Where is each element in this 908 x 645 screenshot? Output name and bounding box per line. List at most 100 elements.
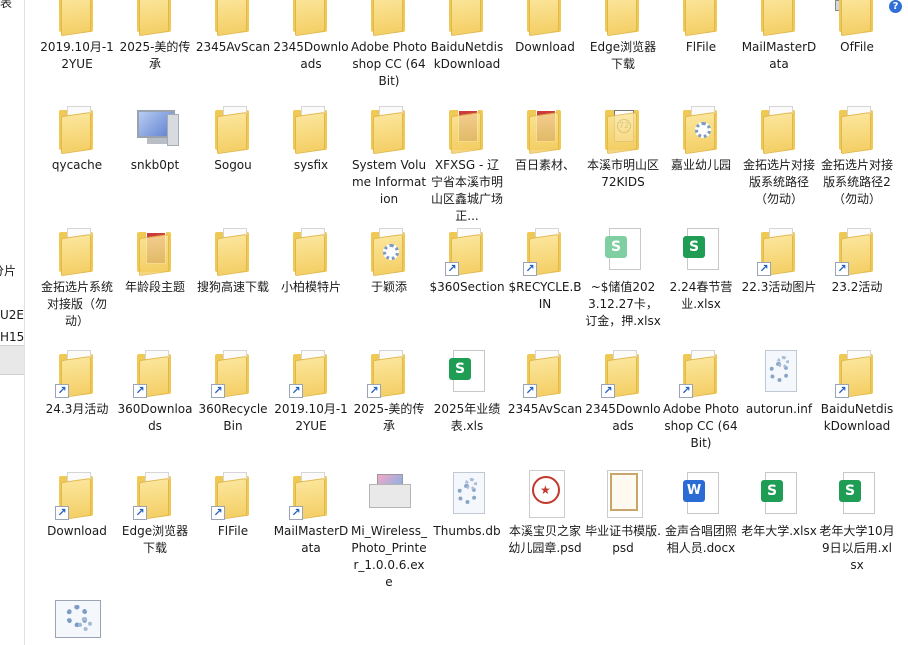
file-item[interactable]: ↗ 2345AvScan [507, 348, 583, 418]
file-item-label: 小柏模特片 [280, 280, 341, 294]
folder-icon [287, 104, 335, 155]
file-item[interactable]: FlFile [663, 0, 739, 56]
nav-fragment[interactable]: U2E [0, 308, 24, 322]
file-item[interactable]: Adobe Photoshop CC (64 Bit) [351, 0, 427, 90]
file-item[interactable]: ↗ $RECYCLE.BIN [507, 226, 583, 313]
shortcut-arrow-icon: ↗ [523, 262, 537, 276]
file-item[interactable]: 小柏模特片 [273, 226, 349, 296]
file-item[interactable]: 2019.10月-12YUE [39, 0, 115, 73]
logo-folder-icon [599, 104, 647, 155]
settings-file-icon[interactable] [55, 600, 101, 638]
file-item[interactable]: autorun.inf [741, 348, 817, 418]
file-item[interactable]: OfFile [819, 0, 895, 56]
file-item-label: FlFile [217, 524, 249, 538]
file-item[interactable]: ↗ $360Section [429, 226, 505, 296]
file-item[interactable]: ↗ Download [39, 470, 115, 540]
folder-icon: ↗ [443, 226, 491, 277]
nav-selected-row[interactable] [0, 345, 24, 375]
folder-icon [365, 0, 413, 37]
file-item[interactable]: ↗ 2345Downloads [585, 348, 661, 435]
nav-fragment[interactable]: H15P [0, 330, 24, 344]
file-item[interactable]: ↗ Adobe Photoshop CC (64 Bit) [663, 348, 739, 452]
file-item-label: 老年大学.xlsx [741, 524, 817, 538]
file-item[interactable]: 2025-美的传承 [117, 0, 193, 73]
navigation-pane[interactable]: 表 分片 U2E H15P [0, 0, 25, 645]
file-item-label: 搜狗高速下载 [196, 280, 269, 294]
folder-icon [365, 104, 413, 155]
file-item[interactable]: ↗ 360RecycleBin [195, 348, 271, 435]
file-item[interactable]: ↗ 360Downloads [117, 348, 193, 435]
file-item[interactable]: XFXSG - 辽宁省本溪市明山区鑫城广场正... [429, 104, 505, 225]
shortcut-arrow-icon: ↗ [211, 506, 225, 520]
file-item[interactable]: ↗ 23.2活动 [819, 226, 895, 296]
file-item[interactable]: 金拓选片对接版系统路径2（勿动） [819, 104, 895, 208]
shortcut-arrow-icon: ↗ [835, 384, 849, 398]
file-item[interactable]: S 2.24春节营业.xlsx [663, 226, 739, 313]
file-item-label: sysfix [293, 158, 329, 172]
file-item[interactable]: 嘉业幼儿园 [663, 104, 739, 174]
file-item[interactable]: S 老年大学10月9日以后用.xlsx [819, 470, 895, 574]
xlsx-icon: S [833, 470, 881, 518]
file-item[interactable]: 搜狗高速下载 [195, 226, 271, 296]
nav-fragment[interactable]: 表 [0, 0, 12, 11]
file-item-label: 百日素材、 [514, 158, 575, 172]
file-item[interactable]: 年龄段主题 [117, 226, 193, 296]
file-item[interactable]: 2345AvScan [195, 0, 271, 56]
file-item[interactable]: S ~$储值2023.12.27卡，订金，押.xlsx [585, 226, 661, 330]
file-item[interactable]: Thumbs.db [429, 470, 505, 540]
file-item[interactable]: sysfix [273, 104, 349, 174]
file-item[interactable]: 于颖添 [351, 226, 427, 296]
file-item-label: 2019.10月-12YUE [40, 40, 114, 71]
file-item[interactable]: ↗ Edge浏览器下载 [117, 470, 193, 557]
file-item[interactable]: ★ 本溪宝贝之家幼儿园章.psd [507, 470, 583, 557]
file-item-label: XFXSG - 辽宁省本溪市明山区鑫城广场正... [430, 158, 503, 223]
file-item[interactable]: snkb0pt [117, 104, 193, 174]
file-item-label: Adobe Photoshop CC (64 Bit) [351, 40, 428, 88]
file-item[interactable]: ↗ 2019.10月-12YUE [273, 348, 349, 435]
file-item-label: MailMasterData [273, 524, 349, 555]
folder-icon [209, 0, 257, 37]
file-view[interactable]: 2019.10月-12YUE 2025-美的传承 2345AvScan 2345Dow… [25, 0, 908, 645]
file-item[interactable]: Download [507, 0, 583, 56]
folder-icon: ↗ [833, 348, 881, 399]
folder-icon [755, 104, 803, 155]
file-item[interactable]: S 2025年业绩表.xls [429, 348, 505, 435]
file-item[interactable]: MailMasterData [741, 0, 817, 73]
file-item[interactable]: ↗ 22.3活动图片 [741, 226, 817, 296]
nav-fragment[interactable]: 分片 [0, 262, 16, 279]
file-item[interactable]: ↗ BaiduNetdiskDownload [819, 348, 895, 435]
file-item[interactable]: qycache [39, 104, 115, 174]
shortcut-arrow-icon: ↗ [55, 506, 69, 520]
file-item-label: 本溪宝贝之家幼儿园章.psd [508, 524, 582, 555]
file-item[interactable]: ↗ 2025-美的传承 [351, 348, 427, 435]
file-item[interactable]: ↗ MailMasterData [273, 470, 349, 557]
file-item[interactable]: ↗ FlFile [195, 470, 271, 540]
folder-icon: ↗ [755, 226, 803, 277]
shortcut-arrow-icon: ↗ [289, 384, 303, 398]
file-item[interactable]: 2345Downloads [273, 0, 349, 73]
file-item[interactable]: Mi_Wireless_Photo_Printer_1.0.0.6.exe [351, 470, 427, 591]
file-item[interactable]: Edge浏览器下载 [585, 0, 661, 73]
file-item[interactable]: 毕业证书模版.psd [585, 470, 661, 557]
shortcut-arrow-icon: ↗ [55, 384, 69, 398]
file-item-label: 2345Downloads [585, 402, 661, 433]
file-item-label: 金声合唱团照相人员.docx [664, 524, 737, 555]
file-item-label: Edge浏览器下载 [121, 524, 189, 555]
file-item-label: 2.24春节营业.xlsx [669, 280, 733, 311]
folder-icon: ↗ [521, 226, 569, 277]
file-item[interactable]: 本溪市明山区72KIDS [585, 104, 661, 191]
file-item[interactable]: S 老年大学.xlsx [741, 470, 817, 540]
file-item[interactable]: 金拓选片系统对接版（勿动） [39, 226, 115, 330]
file-item[interactable]: 百日素材、 [507, 104, 583, 174]
file-item[interactable]: 金拓选片对接版系统路径（勿动） [741, 104, 817, 208]
folder-icon [833, 104, 881, 155]
file-item[interactable]: BaiduNetdiskDownload [429, 0, 505, 73]
folder-icon: ↗ [287, 470, 335, 521]
file-item[interactable]: ↗ 24.3月活动 [39, 348, 115, 418]
file-item-label: 23.2活动 [831, 280, 883, 294]
shortcut-arrow-icon: ↗ [601, 384, 615, 398]
file-item[interactable]: System Volume Information [351, 104, 427, 208]
file-item[interactable]: Sogou [195, 104, 271, 174]
file-item-label: FlFile [685, 40, 717, 54]
file-item[interactable]: W 金声合唱团照相人员.docx [663, 470, 739, 557]
